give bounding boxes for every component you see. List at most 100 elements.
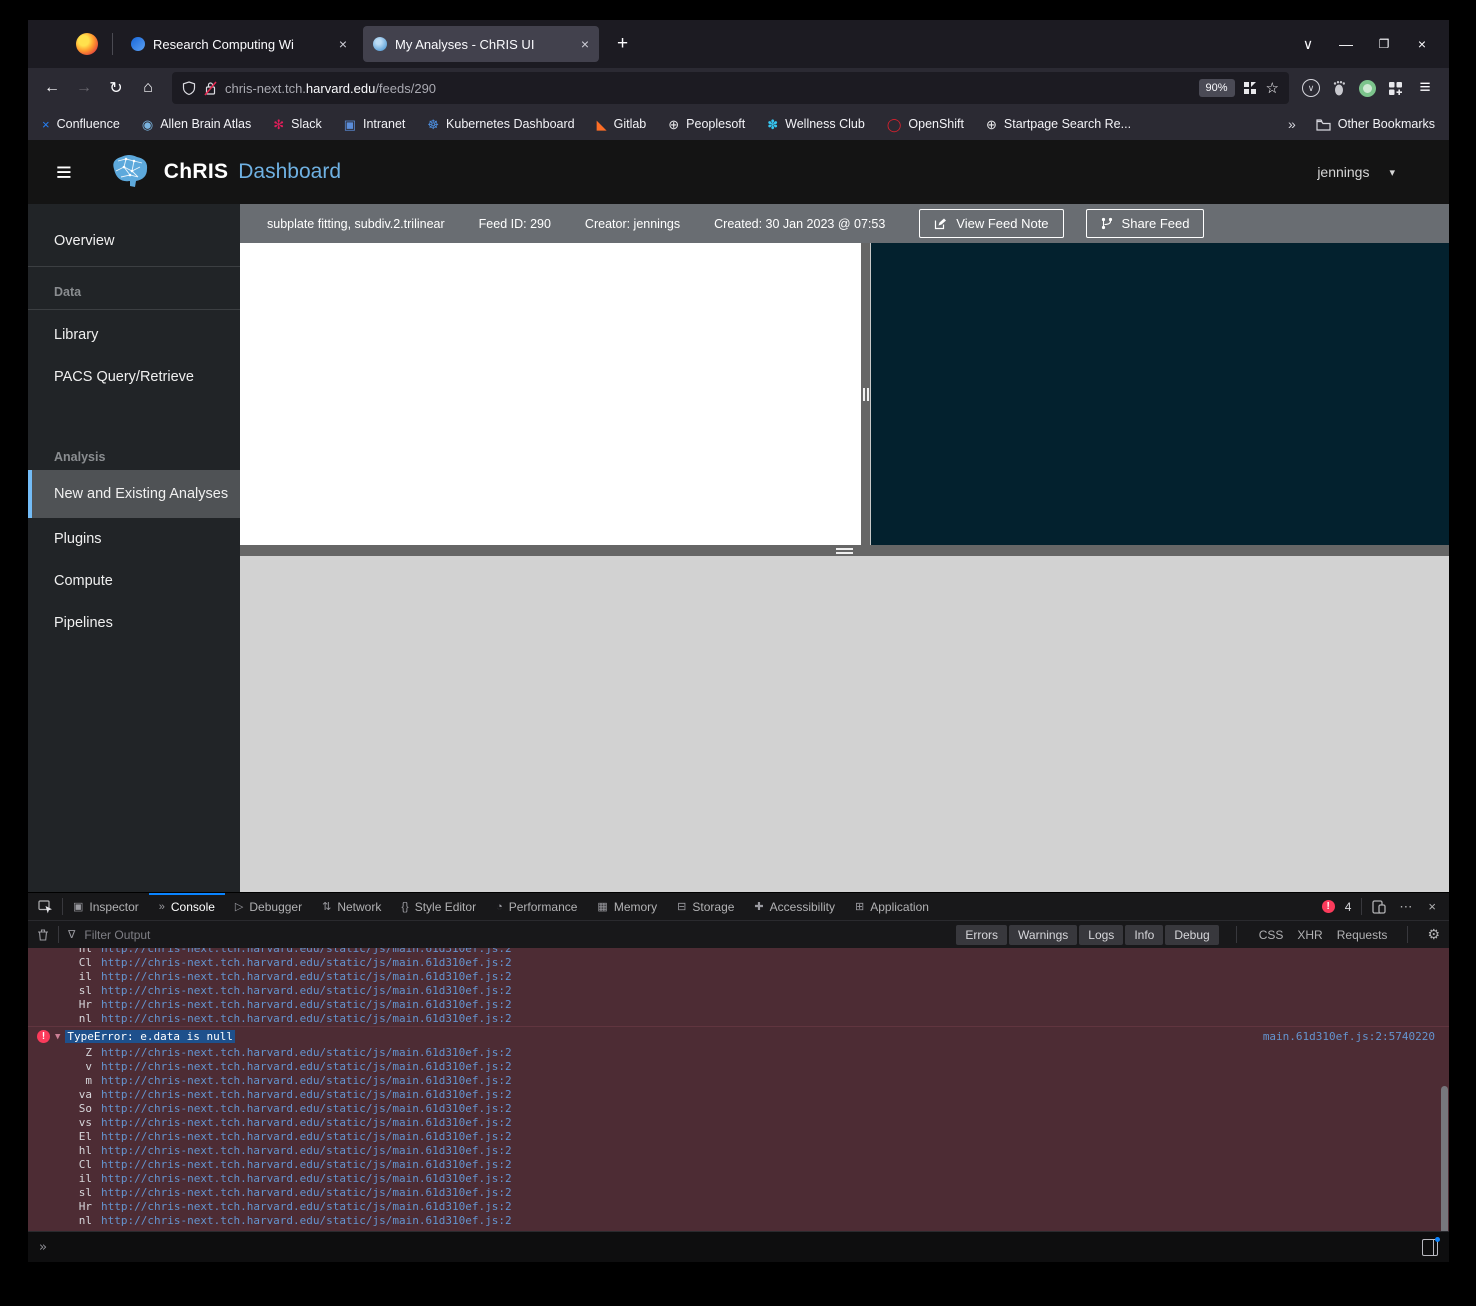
error-message[interactable]: TypeError: e.data is null <box>65 1030 235 1043</box>
tab-research-computing[interactable]: Research Computing Wi × <box>121 26 357 62</box>
stack-frame-link[interactable]: http://chris-next.tch.harvard.edu/static… <box>101 970 512 984</box>
devtools-tab[interactable]: ⊞ Application <box>845 893 939 920</box>
user-menu-caret-icon[interactable]: ▾ <box>1389 166 1395 179</box>
clear-console-icon[interactable] <box>37 928 49 941</box>
log-level-filter-button[interactable]: Warnings <box>1009 924 1078 945</box>
bookmark-item[interactable]: ✻ Slack <box>273 117 321 131</box>
stack-frame-link[interactable]: http://chris-next.tch.harvard.edu/static… <box>101 1172 512 1186</box>
devtools-tab[interactable]: ✚ Accessibility <box>744 893 845 920</box>
horizontal-splitter[interactable] <box>240 545 1449 556</box>
console-input-row[interactable]: » <box>28 1231 1449 1262</box>
forward-icon[interactable]: → <box>68 74 100 102</box>
stack-frame-link[interactable]: http://chris-next.tch.harvard.edu/static… <box>101 1074 512 1088</box>
stack-frame-link[interactable]: http://chris-next.tch.harvard.edu/static… <box>101 1130 512 1144</box>
vertical-splitter[interactable] <box>861 243 870 545</box>
stack-frame-link[interactable]: http://chris-next.tch.harvard.edu/static… <box>101 984 512 998</box>
stack-frame-link[interactable]: http://chris-next.tch.harvard.edu/static… <box>101 948 512 956</box>
stack-frame-link[interactable]: http://chris-next.tch.harvard.edu/static… <box>101 956 512 970</box>
stack-frame-link[interactable]: http://chris-next.tch.harvard.edu/static… <box>101 1158 512 1172</box>
tab-close-icon[interactable]: × <box>581 36 589 52</box>
screenshot-grid-icon[interactable] <box>1243 81 1258 95</box>
stack-frame-link[interactable]: http://chris-next.tch.harvard.edu/static… <box>101 1046 512 1060</box>
reload-icon[interactable]: ↻ <box>100 74 132 102</box>
log-level-filter-button[interactable]: Logs <box>1079 924 1124 945</box>
console-scrollbar-thumb[interactable] <box>1441 1086 1448 1231</box>
sidebar-item-pipelines[interactable]: Pipelines <box>28 602 240 644</box>
adblock-extension-icon[interactable] <box>1353 79 1381 97</box>
bookmark-item[interactable]: ▣ Intranet <box>344 117 406 131</box>
error-expand-caret-icon[interactable]: ▼ <box>55 1032 60 1042</box>
bookmark-item[interactable]: ✽ Wellness Club <box>767 117 865 131</box>
new-tab-button[interactable]: + <box>605 33 640 55</box>
close-window-button[interactable]: × <box>1403 36 1441 52</box>
log-category-filter-button[interactable]: Requests <box>1337 928 1388 942</box>
stack-frame-link[interactable]: http://chris-next.tch.harvard.edu/static… <box>101 1102 512 1116</box>
firefox-icon[interactable] <box>76 33 98 55</box>
minimize-button[interactable]: — <box>1327 36 1365 52</box>
stack-frame-link[interactable]: http://chris-next.tch.harvard.edu/static… <box>101 1088 512 1102</box>
tab-close-icon[interactable]: × <box>339 36 347 52</box>
stack-frame-link[interactable]: http://chris-next.tch.harvard.edu/static… <box>101 1214 512 1228</box>
error-count-icon[interactable]: ! <box>1321 900 1335 913</box>
devtools-close-icon[interactable]: × <box>1425 899 1439 914</box>
sidebar-item-library[interactable]: Library <box>28 314 240 356</box>
stack-frame-link[interactable]: http://chris-next.tch.harvard.edu/static… <box>101 1186 512 1200</box>
sidebar-item-overview[interactable]: Overview <box>28 220 240 262</box>
list-tabs-icon[interactable]: ∨ <box>1289 36 1327 53</box>
sidebar-item-new-existing-analyses[interactable]: New and Existing Analyses <box>28 470 240 519</box>
sidebar-item-plugins[interactable]: Plugins <box>28 518 240 560</box>
pocket-icon[interactable]: ∨ <box>1297 79 1325 97</box>
devtools-tab[interactable]: {} Style Editor <box>391 893 486 920</box>
log-category-filter-button[interactable]: XHR <box>1297 928 1322 942</box>
log-level-filter-button[interactable]: Debug <box>1165 924 1219 945</box>
tracking-shield-icon[interactable] <box>182 80 196 96</box>
sidebar-item-compute[interactable]: Compute <box>28 560 240 602</box>
devtools-tab[interactable]: ▣ Inspector <box>63 893 149 920</box>
view-feed-note-button[interactable]: View Feed Note <box>919 209 1064 238</box>
bookmark-item[interactable]: ◣ Gitlab <box>597 117 647 131</box>
sidebar-item-pacs[interactable]: PACS Query/Retrieve <box>28 356 240 398</box>
log-level-filter-button[interactable]: Info <box>1125 924 1164 945</box>
bookmarks-overflow-icon[interactable]: » <box>1288 116 1296 132</box>
error-source-link[interactable]: main.61d310ef.js:2:5740220 <box>1263 1030 1435 1043</box>
zoom-level-badge[interactable]: 90% <box>1198 79 1235 97</box>
log-level-filter-button[interactable]: Errors <box>956 924 1008 945</box>
bookmark-star-icon[interactable]: ☆ <box>1266 79 1279 97</box>
stack-frame-link[interactable]: http://chris-next.tch.harvard.edu/static… <box>101 1060 512 1074</box>
back-icon[interactable]: ← <box>36 74 68 102</box>
bookmark-item[interactable]: ⊕ Peoplesoft <box>668 117 745 131</box>
bookmark-item[interactable]: ☸ Kubernetes Dashboard <box>427 117 574 131</box>
maximize-button[interactable]: ❐ <box>1365 37 1403 51</box>
stack-frame-link[interactable]: http://chris-next.tch.harvard.edu/static… <box>101 1200 512 1214</box>
extensions-puzzle-icon[interactable] <box>1381 81 1409 96</box>
filter-output-input[interactable]: Filter Output <box>84 928 150 942</box>
split-console-icon[interactable] <box>1422 1236 1440 1256</box>
devtools-tab[interactable]: ▦ Memory <box>587 893 667 920</box>
pick-element-icon[interactable] <box>28 893 62 920</box>
gnome-extension-icon[interactable] <box>1325 80 1353 96</box>
insecure-lock-icon[interactable] <box>204 80 217 96</box>
bookmark-item[interactable]: ⊕ Startpage Search Re... <box>986 117 1131 131</box>
bookmark-item[interactable]: ◉ Allen Brain Atlas <box>142 117 251 131</box>
bookmark-item[interactable]: ◯ OpenShift <box>887 117 964 131</box>
devtools-tab[interactable]: ◔ Performance <box>486 893 587 920</box>
devtools-tab[interactable]: ⇅ Network <box>312 893 391 920</box>
console-settings-gear-icon[interactable]: ⚙ <box>1427 926 1440 943</box>
sidebar-toggle-icon[interactable]: ≡ <box>56 158 72 186</box>
devtools-tab[interactable]: ▷ Debugger <box>225 893 312 920</box>
responsive-design-icon[interactable] <box>1372 899 1387 914</box>
stack-frame-link[interactable]: http://chris-next.tch.harvard.edu/static… <box>101 1012 512 1026</box>
devtools-tab[interactable]: ⊟ Storage <box>667 893 744 920</box>
url-bar[interactable]: chris-next.tch.harvard.edu/feeds/290 90%… <box>172 72 1289 104</box>
stack-frame-link[interactable]: http://chris-next.tch.harvard.edu/static… <box>101 1116 512 1130</box>
stack-frame-link[interactable]: http://chris-next.tch.harvard.edu/static… <box>101 998 512 1012</box>
stack-frame-link[interactable]: http://chris-next.tch.harvard.edu/static… <box>101 1144 512 1158</box>
bookmark-item[interactable]: × Confluence <box>42 117 120 131</box>
firefox-menu-icon[interactable]: ≡ <box>1409 74 1441 102</box>
tab-my-analyses[interactable]: My Analyses - ChRIS UI × <box>363 26 599 62</box>
log-category-filter-button[interactable]: CSS <box>1259 928 1284 942</box>
user-menu-label[interactable]: jennings <box>1317 164 1369 180</box>
home-icon[interactable]: ⌂ <box>132 74 164 102</box>
share-feed-button[interactable]: Share Feed <box>1085 209 1205 238</box>
devtools-tab[interactable]: » Console <box>148 893 226 920</box>
